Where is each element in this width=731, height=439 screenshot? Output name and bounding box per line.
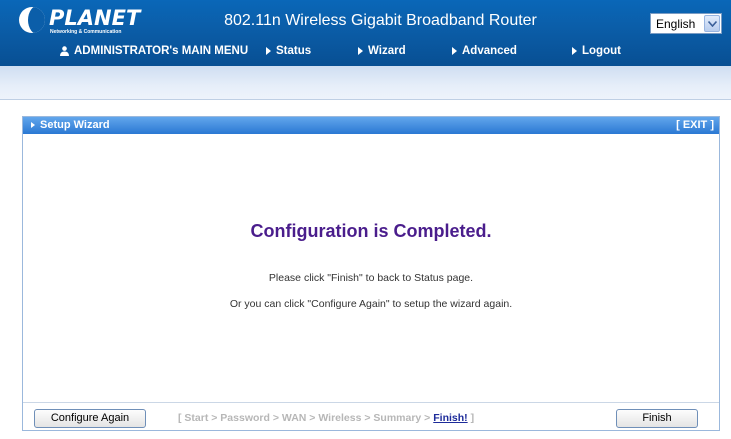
wizard-steps: [ Start > Password > WAN > Wireless > Su…: [178, 412, 474, 424]
router-title: 802.11n Wireless Gigabit Broadband Route…: [224, 12, 537, 29]
menu-status-label: Status: [276, 45, 312, 57]
arrow-right-icon: [358, 47, 363, 55]
menu-advanced[interactable]: Advanced: [452, 45, 517, 57]
sub-header-band: [0, 66, 731, 100]
language-select[interactable]: English: [650, 13, 722, 34]
menu-admin-label: ADMINISTRATOR's MAIN MENU: [74, 45, 249, 57]
chevron-down-icon[interactable]: [704, 15, 720, 32]
person-icon: [60, 46, 69, 56]
arrow-right-icon: [31, 122, 35, 128]
arrow-right-icon: [452, 47, 457, 55]
completion-heading: Configuration is Completed.: [250, 221, 492, 241]
menu-logout-label: Logout: [582, 45, 621, 57]
setup-wizard-panel: Setup Wizard [ EXIT ] Configuration is C…: [22, 116, 720, 431]
menu-status[interactable]: Status: [266, 45, 311, 57]
wizard-footer: Configure Again [ Start > Password > WAN…: [23, 402, 719, 430]
configure-again-button[interactable]: Configure Again: [34, 409, 146, 428]
finish-button[interactable]: Finish: [616, 409, 698, 428]
main-menu: ADMINISTRATOR's MAIN MENU Status Wizard …: [0, 44, 731, 62]
menu-wizard[interactable]: Wizard: [358, 45, 406, 57]
menu-logout[interactable]: Logout: [572, 45, 621, 57]
exit-link[interactable]: [ EXIT ]: [676, 119, 714, 131]
steps-current: Finish!: [433, 412, 468, 424]
steps-prefix: [ Start > Password > WAN > Wireless > Su…: [178, 412, 434, 424]
arrow-right-icon: [572, 47, 577, 55]
panel-title-text: Setup Wizard: [40, 119, 110, 131]
language-selected: English: [656, 17, 696, 31]
top-header: PLANET Networking & Communication 802.11…: [0, 0, 731, 66]
menu-advanced-label: Advanced: [462, 45, 517, 57]
panel-title: Setup Wizard: [31, 119, 110, 131]
finish-instruction: Please click "Finish" to back to Status …: [268, 272, 474, 284]
panel-header: Setup Wizard [ EXIT ]: [23, 117, 719, 134]
arrow-right-icon: [266, 47, 271, 55]
menu-admin[interactable]: ADMINISTRATOR's MAIN MENU: [60, 45, 248, 57]
menu-wizard-label: Wizard: [368, 45, 406, 57]
steps-suffix: ]: [467, 412, 475, 424]
configure-again-instruction: Or you can click "Configure Again" to se…: [229, 298, 513, 310]
